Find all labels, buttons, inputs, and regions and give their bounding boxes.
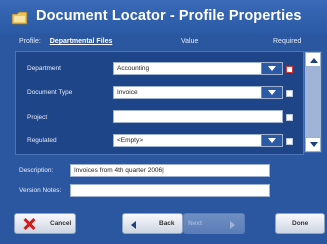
scroll-up-icon[interactable] (305, 52, 321, 67)
button-bar: Cancel Back Next Done (0, 200, 327, 244)
properties-panel: Department Accounting Document Type Invo… (15, 51, 304, 155)
close-icon (23, 218, 35, 230)
description-label: Description: (19, 167, 54, 174)
regulated-value: <Empty> (117, 137, 144, 144)
back-button-label: Back (159, 220, 175, 227)
property-label-document-type: Document Type (27, 89, 73, 96)
profile-properties-window: Document Locator - Profile Properties Pr… (0, 0, 327, 244)
cancel-button[interactable]: Cancel (14, 213, 76, 234)
document-locator-folder-icon (11, 11, 28, 25)
version-notes-label: Version Notes: (19, 187, 62, 194)
done-button[interactable]: Done (275, 213, 325, 234)
arrow-right-icon (230, 221, 235, 229)
document-type-value: Invoice (117, 89, 138, 96)
chevron-down-icon[interactable] (261, 135, 282, 146)
next-button-label: Next (188, 220, 203, 227)
next-button[interactable]: Next (183, 213, 245, 234)
required-column-header: Required (273, 38, 302, 45)
department-dropdown[interactable]: Accounting (113, 62, 283, 75)
chevron-down-icon[interactable] (261, 63, 282, 74)
department-value: Accounting (117, 65, 150, 72)
version-notes-input[interactable] (70, 184, 270, 197)
scroll-track[interactable] (305, 67, 321, 137)
regulated-dropdown[interactable]: <Empty> (113, 134, 283, 147)
arrow-left-icon (131, 221, 136, 229)
description-value: Invoices from 4th quarter 2006| (74, 167, 164, 174)
regulated-required-checkbox[interactable] (286, 138, 293, 145)
department-required-checkbox[interactable] (286, 66, 293, 73)
done-button-label: Done (292, 220, 309, 227)
property-label-regulated: Regulated (27, 137, 57, 144)
document-type-required-checkbox[interactable] (286, 90, 293, 97)
profile-name-link[interactable]: Departmental Files (50, 38, 113, 45)
title-bar: Document Locator - Profile Properties (0, 0, 327, 34)
value-column-header: Value (181, 38, 199, 45)
profile-header: Profile: Departmental Files (19, 38, 112, 45)
back-button[interactable]: Back (122, 213, 183, 234)
cancel-button-label: Cancel (50, 220, 72, 227)
scroll-down-icon[interactable] (305, 137, 321, 152)
profile-label: Profile: (19, 38, 41, 45)
properties-scrollbar[interactable] (304, 51, 322, 153)
document-type-dropdown[interactable]: Invoice (113, 86, 283, 99)
chevron-down-icon[interactable] (261, 87, 282, 98)
window-title: Document Locator - Profile Properties (36, 8, 302, 24)
description-input[interactable]: Invoices from 4th quarter 2006| (70, 164, 270, 177)
property-label-department: Department (27, 65, 61, 72)
project-field[interactable] (113, 110, 283, 123)
project-required-checkbox[interactable] (286, 114, 293, 121)
property-label-project: Project (27, 114, 48, 121)
